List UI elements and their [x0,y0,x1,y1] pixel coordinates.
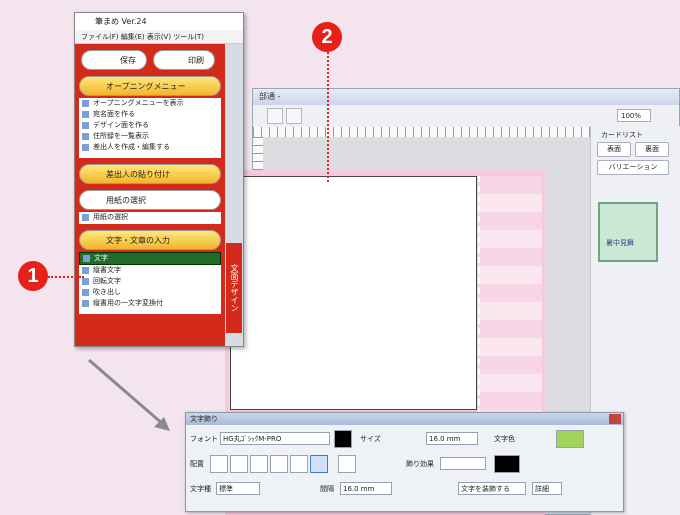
font-select[interactable]: HG丸ｺﾞｼｯｸM-PRO [220,432,330,445]
menubar[interactable]: ファイル(F) 編集(E) 表示(V) ツール(T) [75,30,243,44]
layout-sub-list: 用紙の選択 [79,212,221,224]
close-icon[interactable] [609,414,621,424]
pattern-row: 文字種 標準 間隔 16.0 mm 文字を装飾する 詳細 [190,478,618,500]
menu-item[interactable]: 差出人を作成・編集する [79,142,221,153]
callout-2-line [327,52,329,182]
callout-1-line [48,276,84,278]
opening-menu-button[interactable]: オープニングメニュー [79,76,221,96]
callout-2-badge: 2 [312,22,342,52]
card-list-header: カードリスト [601,131,643,139]
size-label: サイズ [360,435,381,443]
align-row: 配置 飾り効果 [190,453,618,475]
text-menu-list: 文字 縦書文字 回転文字 吹き出し 縦書用の一文字変換付 [79,252,221,314]
save-button[interactable]: 保存 [81,50,147,70]
back-button[interactable]: 裏面 [635,142,669,157]
variation-button[interactable]: バリエーション [597,160,669,175]
align-center-icon[interactable] [230,455,248,473]
justify-icon[interactable] [270,455,288,473]
spacing-input[interactable]: 16.0 mm [340,482,392,495]
main-titlebar: 部通 - [253,89,679,105]
zoom-select[interactable]: 100% [617,109,651,122]
move-icon[interactable] [286,108,302,124]
menu-item[interactable]: 縦書文字 [79,265,221,276]
outline-color-swatch[interactable] [494,455,520,473]
menu-item[interactable]: デザイン面を作る [79,120,221,131]
menu-item[interactable]: 縦書用の一文字変換付 [79,298,221,309]
align-left-icon[interactable] [210,455,228,473]
detail-button[interactable]: 詳細 [532,482,562,495]
text-window-title: 文字飾り [190,415,218,423]
decoration-select[interactable] [440,457,486,470]
size-input[interactable]: 16.0 mm [426,432,478,445]
design-tab[interactable]: 文面デザイン [226,243,242,333]
toolbar-buttons [267,108,307,124]
main-title-text: 部通 - [259,92,281,101]
sender-paste-button[interactable]: 差出人の貼り付け [79,164,221,184]
menu-item[interactable]: 回転文字 [79,276,221,287]
callout-1-badge: 1 [18,261,48,291]
main-toolbar: 100% [253,105,679,128]
menu-window: 筆まめ Ver.24 ファイル(F) 編集(E) 表示(V) ツール(T) 保存… [74,12,244,347]
opening-menu-list: オープニングメニューを表示 宛名面を作る デザイン面を作る 住所録を一覧表示 差… [79,98,221,158]
vertical-text-icon[interactable] [338,455,356,473]
pen-icon[interactable] [267,108,283,124]
font-row: フォント HG丸ｺﾞｼｯｸM-PRO サイズ 16.0 mm 文字色 [190,428,618,450]
card-thumbnail[interactable] [598,202,658,262]
arrow-icon [88,358,170,431]
horizontal-text-icon[interactable] [310,455,328,473]
align-right-icon[interactable] [250,455,268,473]
menu-title-text: 筆まめ Ver.24 [95,17,147,26]
vertical-align-icon[interactable] [290,455,308,473]
menu-item-text[interactable]: 文字 [79,252,221,265]
pattern-select[interactable]: 標準 [216,482,260,495]
layout-select-button[interactable]: 用紙の選択 [79,190,221,210]
decoration-label: 飾り効果 [406,460,434,468]
menu-item[interactable]: 住所録を一覧表示 [79,131,221,142]
menu-item[interactable]: 宛名面を作る [79,109,221,120]
text-decoration-window: 文字飾り フォント HG丸ｺﾞｼｯｸM-PRO サイズ 16.0 mm 文字色 … [185,412,624,512]
spacing-label: 間隔 [320,485,334,493]
text-color-swatch[interactable] [556,430,584,448]
text-input-button[interactable]: 文字・文章の入力 [79,230,221,250]
side-menu-panel: 保存 印刷 オープニングメニュー オープニングメニューを表示 宛名面を作る デザ… [75,44,225,346]
pattern-label: 文字種 [190,485,211,493]
menu-item[interactable]: 用紙の選択 [79,212,221,223]
menu-item[interactable]: 吹き出し [79,287,221,298]
card-thumbnail-label: 暑中見舞 [606,239,634,247]
font-color-swatch[interactable] [334,430,352,448]
effect-select[interactable]: 文字を装飾する [458,482,526,495]
text-window-titlebar: 文字飾り [186,413,623,425]
font-label: フォント [190,435,218,443]
menu-item[interactable]: オープニングメニューを表示 [79,98,221,109]
text-frame[interactable] [230,176,477,410]
print-button[interactable]: 印刷 [153,50,215,70]
menu-titlebar: 筆まめ Ver.24 [75,13,243,31]
align-label: 配置 [190,460,204,468]
color-label: 文字色 [494,435,515,443]
front-button[interactable]: 表面 [597,142,631,157]
